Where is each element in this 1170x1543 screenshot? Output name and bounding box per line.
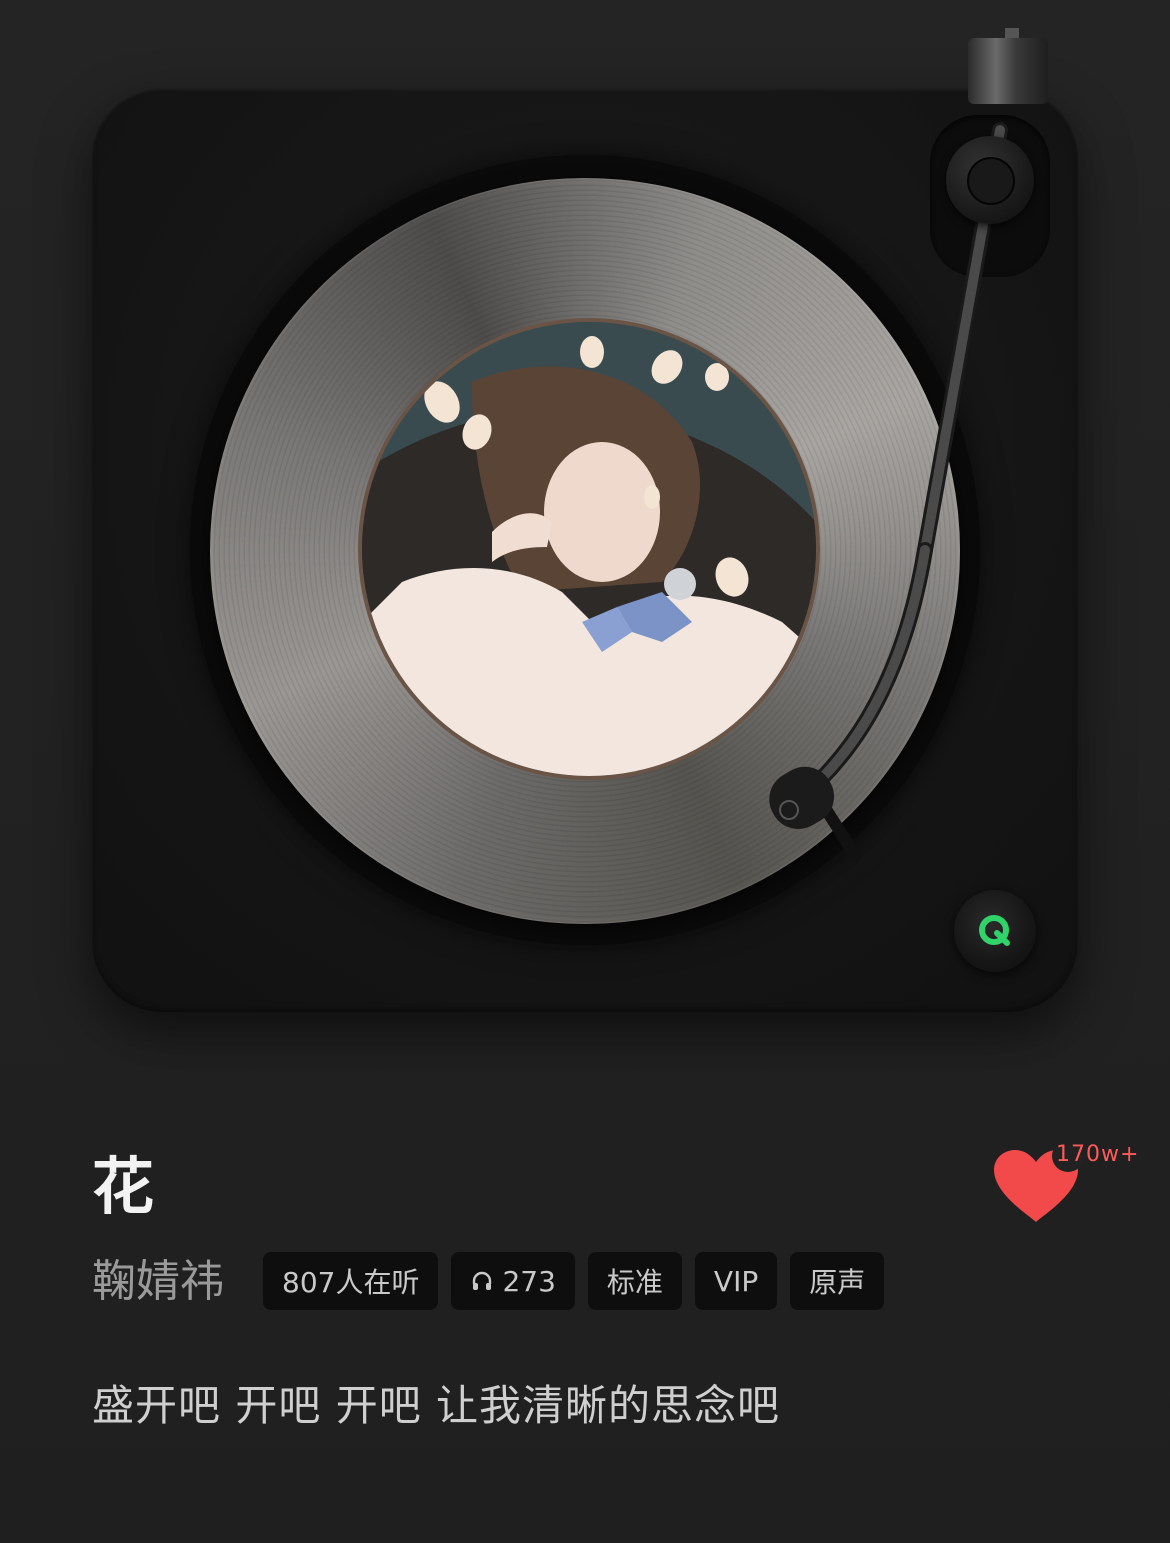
song-title: 花 — [92, 1150, 155, 1223]
vip-tag[interactable]: VIP — [694, 1252, 778, 1310]
qq-music-logo-icon — [979, 915, 1010, 946]
headphones-icon — [470, 1269, 494, 1293]
version-label: 原声 — [809, 1266, 866, 1299]
player-page: 花 鞠婧祎 807人在听 273 标准 VIP 原声 170w+ 盛开吧 开吧 … — [0, 0, 1170, 1543]
quality-tag[interactable]: 标准 — [587, 1252, 682, 1310]
qq-music-logo-button[interactable] — [954, 890, 1036, 972]
album-cover[interactable] — [362, 322, 816, 776]
quality-label: 标准 — [606, 1266, 663, 1299]
version-tag[interactable]: 原声 — [790, 1252, 885, 1310]
plays-count: 273 — [502, 1264, 556, 1298]
like-count: 170w+ — [1056, 1142, 1140, 1167]
tonearm-counterweight — [968, 38, 1048, 104]
vip-label: VIP — [713, 1264, 759, 1298]
song-tags: 807人在听 273 标准 VIP 原声 — [263, 1252, 885, 1310]
listeners-count: 807人在听 — [282, 1266, 420, 1299]
current-lyric-line[interactable]: 盛开吧 开吧 开吧 让我清晰的思念吧 — [92, 1372, 780, 1433]
plays-tag[interactable]: 273 — [451, 1252, 575, 1310]
tonearm-pivot-cap — [967, 157, 1015, 205]
listeners-tag[interactable]: 807人在听 — [263, 1252, 439, 1310]
artist-name[interactable]: 鞠婧祎 — [92, 1255, 224, 1309]
tonearm-pivot-knob — [946, 136, 1034, 224]
album-cover-illustration — [362, 322, 816, 776]
